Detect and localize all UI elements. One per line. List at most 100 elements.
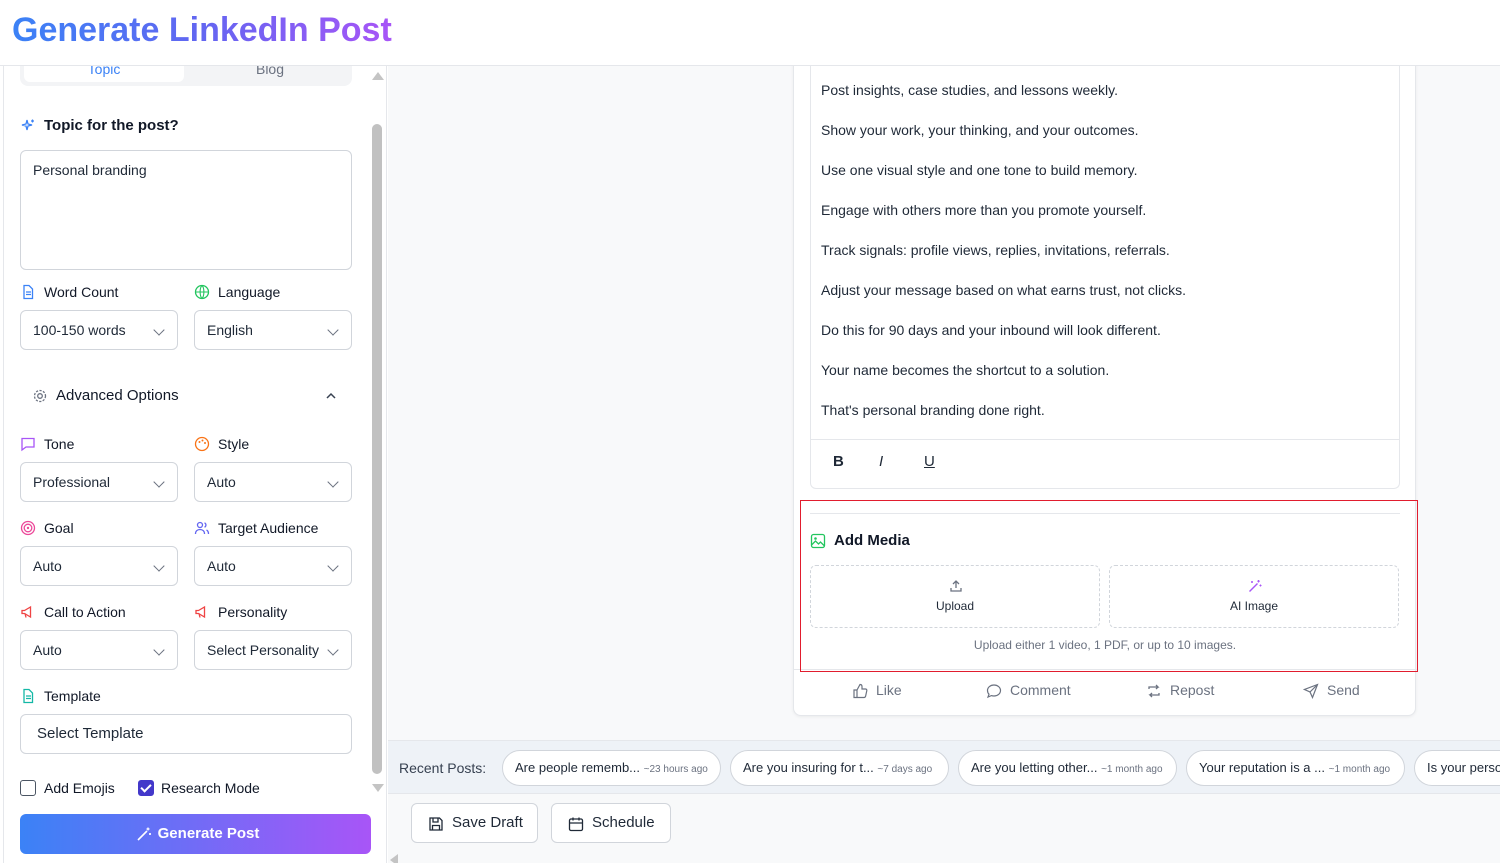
tone-label: Tone (44, 436, 75, 452)
recent-post-chip[interactable]: Is your perso (1414, 750, 1500, 786)
comment-label: Comment (1010, 682, 1071, 698)
chevron-down-icon (327, 644, 339, 656)
add-emojis-checkbox[interactable] (20, 780, 36, 796)
advanced-options-toggle[interactable]: Advanced Options (56, 387, 179, 405)
italic-button[interactable]: I (879, 453, 883, 470)
recent-post-title: Are people rememb... (515, 760, 641, 775)
highlight-box (800, 500, 1418, 672)
bold-button[interactable]: B (833, 453, 844, 470)
message-icon (21, 437, 35, 452)
personality-label: Personality (218, 604, 288, 620)
chevron-down-icon (153, 644, 165, 656)
repost-icon (1148, 684, 1160, 698)
send-label: Send (1327, 682, 1360, 698)
mode-tabs: Topic Blog (20, 66, 352, 86)
recent-post-chip[interactable]: Are you letting other... ~1 month ago (958, 750, 1177, 786)
word-count-label: Word Count (44, 284, 119, 300)
recent-post-time: ~7 days ago (877, 764, 933, 775)
language-value: English (207, 322, 253, 338)
repost-button[interactable]: Repost (1146, 682, 1214, 698)
recent-posts-label: Recent Posts: (399, 760, 487, 776)
scroll-up-arrow[interactable] (372, 72, 384, 80)
add-emojis-label: Add Emojis (44, 780, 115, 796)
header: Generate LinkedIn Post (0, 0, 1500, 66)
topic-input[interactable]: Personal branding (20, 150, 352, 270)
chevron-up-icon[interactable] (323, 388, 339, 404)
post-line: Show your work, your thinking, and your … (821, 122, 1139, 138)
recent-post-time: ~23 hours ago (643, 764, 708, 775)
post-line: Do this for 90 days and your inbound wil… (821, 322, 1161, 338)
template-icon (23, 688, 34, 704)
tab-topic[interactable]: Topic (24, 66, 184, 82)
chevron-down-icon (327, 476, 339, 488)
recent-post-chip[interactable]: Are you insuring for t... ~7 days ago (730, 750, 949, 786)
tab-blog[interactable]: Blog (190, 66, 350, 82)
audience-select[interactable]: Auto (194, 546, 352, 586)
language-select[interactable]: English (194, 310, 352, 350)
personality-value: Select Personality (207, 642, 320, 658)
audience-value: Auto (207, 558, 236, 574)
save-icon (429, 817, 443, 831)
template-select[interactable]: Select Template (20, 714, 352, 754)
post-line: Track signals: profile views, replies, i… (821, 242, 1170, 258)
recent-post-title: Are you insuring for t... (743, 760, 874, 775)
recent-post-chip[interactable]: Your reputation is a ... ~1 month ago (1186, 750, 1405, 786)
like-button[interactable]: Like (852, 682, 902, 699)
underline-button[interactable]: U (924, 453, 935, 470)
schedule-button[interactable]: Schedule (551, 803, 671, 843)
cta-label: Call to Action (44, 604, 126, 620)
send-button[interactable]: Send (1303, 682, 1360, 699)
tone-select[interactable]: Professional (20, 462, 178, 502)
megaphone-icon (195, 605, 206, 619)
comment-icon (986, 684, 1002, 699)
chevron-down-icon (153, 476, 165, 488)
send-icon (1303, 683, 1319, 699)
page-title: Generate LinkedIn Post (12, 11, 392, 49)
repost-label: Repost (1170, 682, 1215, 698)
recent-post-title: Are you letting other... (971, 760, 1098, 775)
goal-select[interactable]: Auto (20, 546, 178, 586)
recent-post-title: Is your perso (1427, 760, 1500, 775)
palette-icon (194, 436, 210, 452)
chevron-down-icon (153, 324, 165, 336)
personality-select[interactable]: Select Personality (194, 630, 352, 670)
post-editor[interactable]: Post insights, case studies, and lessons… (810, 66, 1400, 489)
scroll-down-arrow[interactable] (372, 784, 384, 792)
like-label: Like (876, 682, 902, 698)
globe-icon (194, 284, 210, 300)
recent-post-chip[interactable]: Are people rememb... ~23 hours ago (502, 750, 721, 786)
recent-posts-bar: Recent Posts: Are people rememb... ~23 h… (388, 740, 1500, 794)
scroll-left-arrow[interactable] (390, 854, 398, 863)
tone-value: Professional (33, 474, 111, 490)
schedule-label: Schedule (592, 814, 655, 831)
sidebar-scrollbar[interactable] (370, 66, 384, 863)
style-value: Auto (207, 474, 236, 490)
research-mode-checkbox[interactable] (138, 780, 154, 796)
scroll-thumb[interactable] (372, 124, 382, 774)
recent-post-title: Your reputation is a ... (1199, 760, 1325, 775)
magic-wand-icon (137, 827, 151, 841)
audience-label: Target Audience (218, 520, 319, 536)
generate-post-label: Generate Post (157, 825, 260, 842)
research-mode-label: Research Mode (161, 780, 260, 796)
cta-select[interactable]: Auto (20, 630, 178, 670)
style-label: Style (218, 436, 250, 452)
recent-post-time: ~1 month ago (1328, 764, 1391, 775)
save-draft-button[interactable]: Save Draft (411, 803, 538, 843)
cta-value: Auto (33, 642, 62, 658)
post-line: Use one visual style and one tone to bui… (821, 162, 1138, 178)
style-select[interactable]: Auto (194, 462, 352, 502)
comment-button[interactable]: Comment (986, 682, 1071, 699)
calendar-icon (568, 817, 584, 832)
template-label: Template (44, 688, 101, 704)
target-icon (20, 520, 36, 536)
generate-post-button[interactable]: Generate Post (20, 814, 371, 854)
word-count-select[interactable]: 100-150 words (20, 310, 178, 350)
save-draft-label: Save Draft (452, 814, 523, 831)
post-line: Post insights, case studies, and lessons… (821, 82, 1119, 98)
goal-label: Goal (44, 520, 74, 536)
post-line: Engage with others more than you promote… (821, 202, 1147, 218)
word-count-value: 100-150 words (33, 322, 126, 338)
template-value: Select Template (37, 725, 144, 742)
chevron-down-icon (327, 560, 339, 572)
